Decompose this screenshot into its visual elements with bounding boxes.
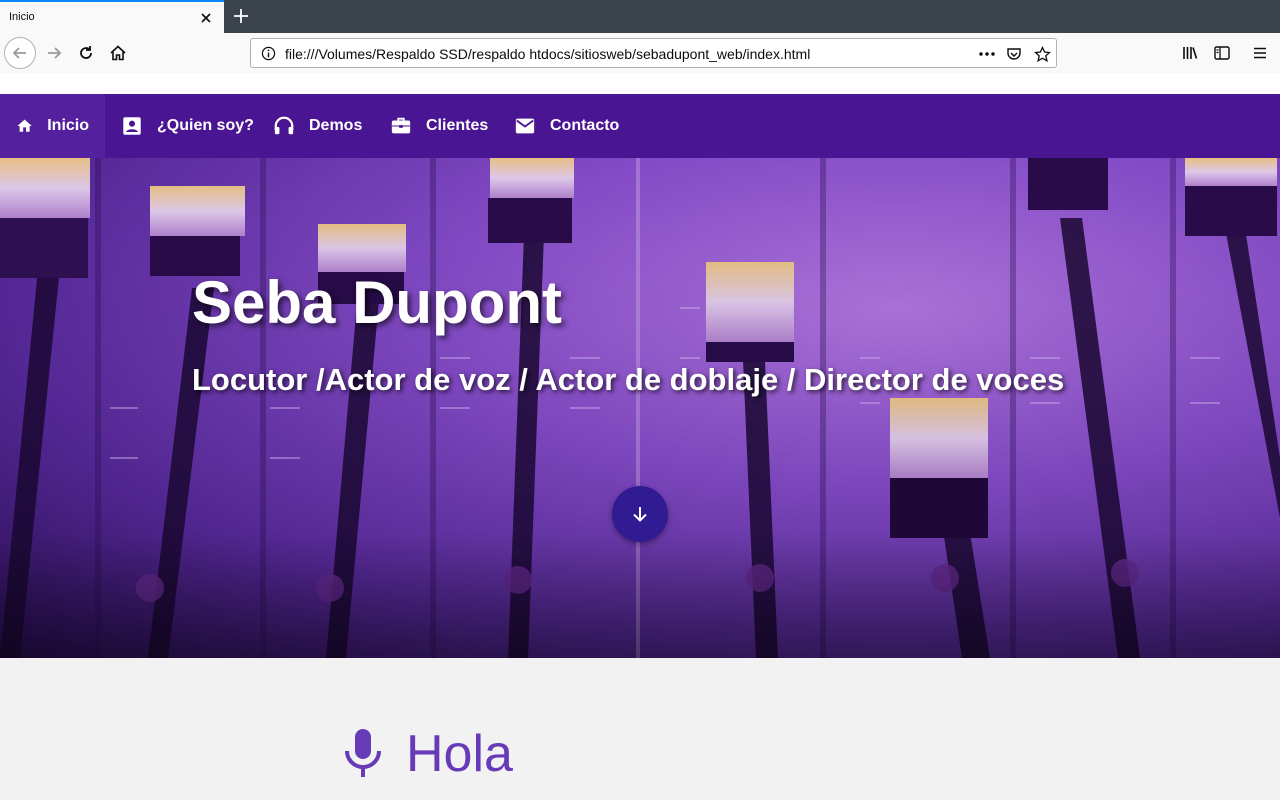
nav-label: Contacto: [550, 117, 620, 134]
hero-title: Seba Dupont: [192, 269, 562, 336]
back-button[interactable]: [4, 37, 36, 69]
home-icon: [17, 119, 32, 132]
close-icon[interactable]: [198, 10, 214, 26]
arrow-down-icon: [633, 507, 647, 522]
nav-item-contacto[interactable]: Contacto: [514, 94, 619, 158]
sidebar-button[interactable]: [1206, 37, 1238, 69]
url-bar[interactable]: file:///Volumes/Respaldo SSD/respaldo ht…: [250, 38, 1057, 68]
more-icon[interactable]: [977, 44, 997, 64]
site-navbar: Inicio ¿Quien soy? Demos Clientes Contac…: [0, 94, 1280, 158]
hero-section: Seba Dupont Locutor /Actor de voz / Acto…: [0, 158, 1280, 658]
library-button[interactable]: [1174, 37, 1206, 69]
forward-button[interactable]: [38, 37, 70, 69]
contact-card-icon: [123, 117, 141, 135]
intro-section: Hola: [0, 658, 1280, 800]
mixing-console-background: [0, 158, 1280, 658]
microphone-icon: [345, 729, 381, 777]
scroll-down-button[interactable]: [612, 486, 668, 542]
headphones-icon: [274, 116, 294, 135]
home-icon: [110, 45, 126, 61]
nav-label: Clientes: [426, 117, 489, 134]
nav-label: Inicio: [47, 117, 89, 134]
tab-title: Inicio: [9, 11, 35, 23]
nav-label: ¿Quien soy?: [157, 117, 254, 134]
menu-icon: [1254, 47, 1266, 59]
new-tab-icon[interactable]: [231, 6, 251, 26]
nav-item-inicio[interactable]: Inicio: [0, 94, 105, 158]
sidebar-icon: [1214, 46, 1230, 60]
nav-label: Demos: [309, 117, 363, 134]
back-icon: [12, 47, 26, 59]
browser-toolbar: file:///Volumes/Respaldo SSD/respaldo ht…: [0, 33, 1280, 73]
nav-item-quien-soy[interactable]: ¿Quien soy?: [121, 94, 254, 158]
nav-item-demos[interactable]: Demos: [273, 94, 362, 158]
bookmark-star-icon[interactable]: [1032, 44, 1052, 64]
menu-button[interactable]: [1244, 37, 1276, 69]
library-icon: [1183, 47, 1198, 59]
briefcase-icon: [391, 117, 411, 134]
browser-tab[interactable]: Inicio: [0, 0, 224, 33]
reload-button[interactable]: [70, 37, 102, 69]
mail-icon: [515, 118, 535, 134]
section-title: Hola: [406, 725, 513, 783]
hola-heading: Hola: [342, 724, 513, 784]
pocket-icon[interactable]: [1004, 44, 1024, 64]
home-button[interactable]: [102, 37, 134, 69]
browser-tab-bar: Inicio: [0, 0, 1280, 33]
forward-icon: [48, 47, 62, 59]
nav-item-clientes[interactable]: Clientes: [390, 94, 488, 158]
toolbar-divider: [0, 73, 1280, 94]
hero-subtitle: Locutor /Actor de voz / Actor de doblaje…: [192, 362, 1065, 397]
reload-icon: [80, 46, 92, 59]
info-icon[interactable]: [261, 46, 276, 61]
url-text: file:///Volumes/Respaldo SSD/respaldo ht…: [285, 46, 811, 62]
